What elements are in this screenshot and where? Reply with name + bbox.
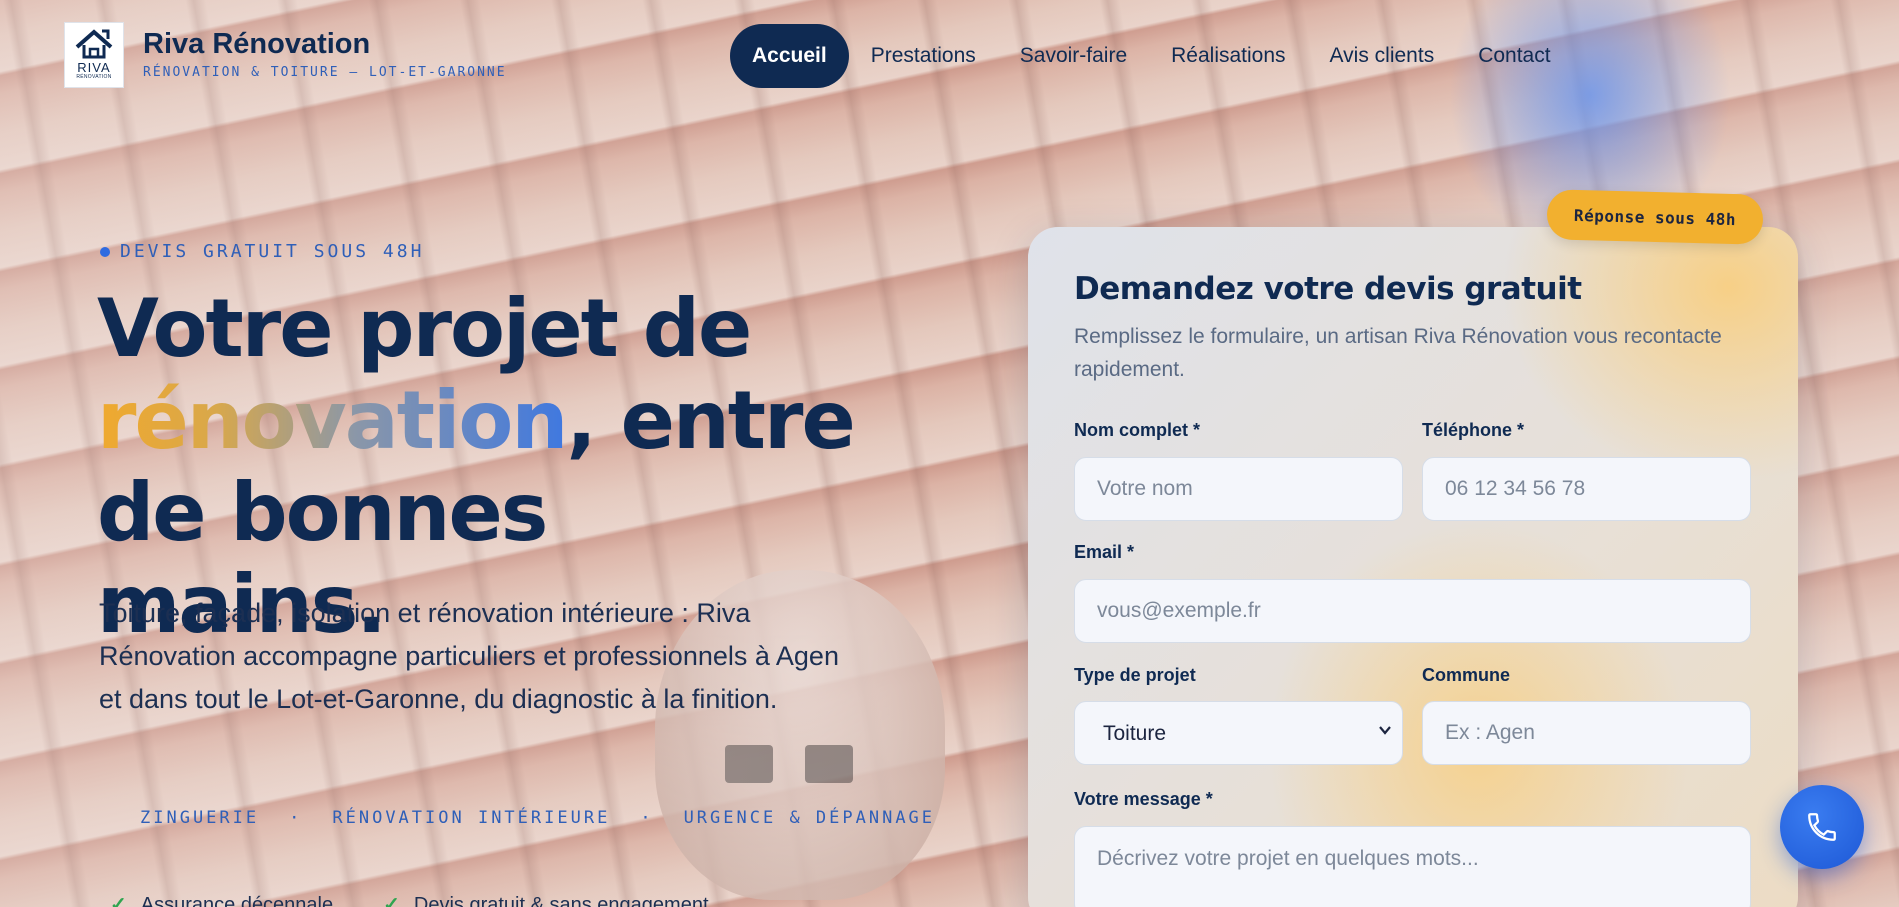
call-button[interactable]	[1780, 785, 1864, 869]
check-item: ✓ Assurance décennale	[110, 892, 333, 907]
hero-title-after-highlight: , entre	[566, 374, 855, 467]
hero-lead: Toiture, façade, isolation et rénovation…	[99, 598, 839, 714]
logo-word: RIVA	[77, 60, 111, 75]
ticker-item: URGENCE & DÉPANNAGE	[683, 808, 936, 828]
city-label: Commune	[1422, 665, 1511, 685]
message-textarea[interactable]	[1074, 826, 1751, 907]
nav-item-accueil[interactable]: Accueil	[730, 24, 849, 88]
phone-icon	[1808, 813, 1836, 841]
hero-title-line1: Votre projet de	[97, 282, 752, 375]
phone-label: Téléphone *	[1422, 420, 1525, 440]
site-header: RIVA RÉNOVATION Riva Rénovation RÉNOVATI…	[0, 0, 1899, 110]
services-ticker: ZINGUERIE · RÉNOVATION INTÉRIEURE · URGE…	[140, 808, 935, 828]
ticker-item: RÉNOVATION INTÉRIEURE	[332, 808, 611, 828]
vent-slot	[805, 745, 853, 783]
form-subtitle: Remplissez le formulaire, un artisan Riv…	[1074, 325, 1722, 381]
check-icon: ✓	[383, 894, 400, 907]
dot-icon	[100, 246, 110, 257]
hero-title-highlight: rénovation	[97, 374, 568, 467]
brand-name[interactable]: Riva Rénovation	[143, 28, 370, 61]
nav-item-realisations[interactable]: Réalisations	[1149, 24, 1307, 88]
message-label: Votre message *	[1074, 789, 1213, 809]
name-input[interactable]	[1074, 457, 1403, 521]
ticker-separator: ·	[640, 808, 654, 828]
city-input[interactable]	[1422, 701, 1751, 765]
trust-checks: ✓ Assurance décennale ✓ Devis gratuit & sa…	[110, 892, 709, 907]
phone-input[interactable]	[1422, 457, 1751, 521]
project-type-label: Type de projet	[1074, 665, 1196, 685]
chevron-down-icon	[1379, 726, 1391, 735]
nav-item-savoir-faire[interactable]: Savoir-faire	[998, 24, 1149, 88]
logo-subword: RÉNOVATION	[76, 74, 112, 80]
main-nav: Accueil Prestations Savoir-faire Réalisa…	[730, 24, 1573, 88]
email-input[interactable]	[1074, 579, 1751, 643]
form-title: Demandez votre devis gratuit	[1074, 271, 1582, 307]
response-badge: Réponse sous 48h	[1546, 189, 1764, 245]
brand-tagline: RÉNOVATION & TOITURE — LOT-ET-GARONNE	[143, 65, 507, 80]
ticker-item: ZINGUERIE	[140, 808, 260, 828]
logo[interactable]: RIVA RÉNOVATION	[64, 22, 124, 88]
hero-eyebrow: DEVIS GRATUIT SOUS 48H	[100, 241, 424, 262]
check-label: Devis gratuit & sans engagement	[413, 894, 709, 907]
nav-item-avis-clients[interactable]: Avis clients	[1308, 24, 1457, 88]
ticker-separator: ·	[289, 808, 303, 828]
eyebrow-text: DEVIS GRATUIT SOUS 48H	[120, 241, 425, 262]
check-icon: ✓	[110, 894, 127, 907]
email-label: Email *	[1074, 542, 1135, 562]
check-item: ✓ Devis gratuit & sans engagement	[383, 892, 708, 907]
project-type-select[interactable]: Toiture	[1074, 701, 1403, 765]
house-logo-icon	[75, 29, 113, 59]
nav-item-contact[interactable]: Contact	[1456, 24, 1572, 88]
check-label: Assurance décennale	[140, 894, 334, 907]
name-label: Nom complet *	[1074, 420, 1201, 440]
nav-item-prestations[interactable]: Prestations	[849, 24, 998, 88]
vent-slot	[725, 745, 773, 783]
